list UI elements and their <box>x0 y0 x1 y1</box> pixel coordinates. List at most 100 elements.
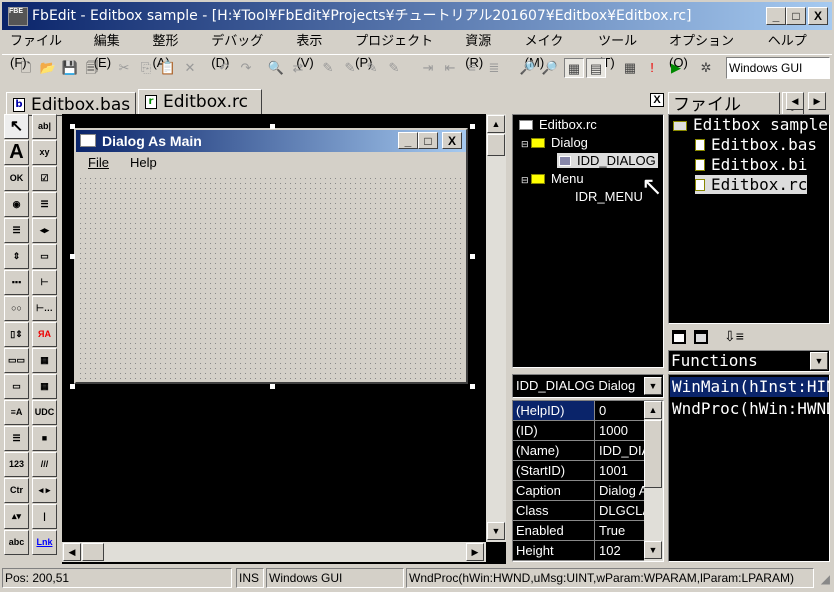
toolbox-tool[interactable]: ↖ <box>4 114 29 139</box>
preview-icon[interactable]: 🔎 <box>518 58 538 78</box>
chevron-down-icon[interactable]: ▼ <box>810 352 828 370</box>
property-value[interactable]: 1001 <box>596 461 644 480</box>
property-row[interactable]: (Name)IDD_DIALOG <box>513 441 647 461</box>
scroll-left[interactable]: ◀ <box>63 543 81 561</box>
compile-icon[interactable]: ▦ <box>620 58 640 78</box>
toolbox-tool[interactable]: | <box>32 504 57 529</box>
toolbox-tool[interactable]: ☑ <box>32 166 57 191</box>
toolbox-tool[interactable]: /// <box>32 452 57 477</box>
build-type-select[interactable]: Windows GUI <box>726 57 830 79</box>
toolbox-tool[interactable]: abc <box>4 530 29 555</box>
tree-file[interactable]: Editbox.bi <box>695 155 807 174</box>
resize-handle[interactable] <box>70 254 75 259</box>
toolbox-tool[interactable]: ☰ <box>32 192 57 217</box>
dialog-view-icon[interactable]: ▦ <box>564 58 584 78</box>
resize-handle[interactable] <box>470 254 475 259</box>
property-row[interactable]: CaptionDialog As Main <box>513 481 647 501</box>
cut-icon[interactable]: ✂ <box>114 58 134 78</box>
tree-root[interactable]: Editbox.rc <box>519 117 597 132</box>
toolbox-tool[interactable]: ▪▪▪ <box>4 270 29 295</box>
function-item-selected[interactable]: WinMain(hInst:HINSTANCE <box>670 377 829 397</box>
debug-icon[interactable]: ✲ <box>696 58 716 78</box>
tab-files[interactable]: ファイル <box>668 92 780 116</box>
tree-project-root[interactable]: Editbox sample <box>673 115 828 134</box>
property-row[interactable]: Height 102 <box>513 541 647 561</box>
window-alt-icon[interactable] <box>694 330 708 344</box>
copy-icon[interactable]: ⎘ <box>136 58 156 78</box>
resize-handle[interactable] <box>470 384 475 389</box>
window-icon[interactable] <box>672 330 686 344</box>
scroll-up[interactable]: ▲ <box>487 115 505 133</box>
resize-handle[interactable] <box>470 124 475 129</box>
toolbox-tool[interactable]: ab| <box>32 114 57 139</box>
menu-item[interactable]: 整形(A) <box>144 30 203 70</box>
tab-editbox-bas[interactable]: b Editbox.bas <box>6 92 136 116</box>
property-row[interactable]: (StartID) 1001 <box>513 461 647 481</box>
toolbox-tool[interactable]: ▭▭ <box>4 348 29 373</box>
save-all-icon[interactable]: 🗐 <box>82 58 102 78</box>
sort-icon[interactable]: ⇩≡ <box>724 328 744 345</box>
menu-item[interactable]: オプション(O) <box>661 30 760 70</box>
menu-item[interactable]: デバッグ(D) <box>203 30 288 70</box>
properties-icon[interactable]: ▤ <box>586 58 606 78</box>
indent-icon[interactable]: ⇥ <box>418 58 438 78</box>
resize-handle[interactable] <box>270 124 275 129</box>
functions-select[interactable]: Functions ▼ <box>668 350 830 372</box>
resize-grip-icon[interactable]: ◢ <box>821 572 830 586</box>
minimize-button[interactable]: _ <box>766 7 786 25</box>
toolbox-tool[interactable]: ☰ <box>4 218 29 243</box>
menu-item[interactable]: メイク(M) <box>517 30 590 70</box>
resize-handle[interactable] <box>70 384 75 389</box>
menu-item[interactable]: 表示(V) <box>288 30 347 70</box>
bookmark-next-icon[interactable]: ✎ <box>340 58 360 78</box>
menu-item[interactable]: ヘルプ(H) <box>760 30 832 70</box>
dialog-menu-help[interactable]: Help <box>130 155 157 170</box>
tab-editbox-rc[interactable]: r Editbox.rc <box>138 89 262 116</box>
outdent-icon[interactable]: ⇤ <box>440 58 460 78</box>
save-icon[interactable]: 💾 <box>60 58 80 78</box>
toolbox-tool[interactable]: ☰ <box>4 426 29 451</box>
go-icon[interactable]: ! <box>642 58 662 78</box>
toolbox-tool[interactable]: Ctr <box>4 478 29 503</box>
toolbox-tool[interactable]: ЯA <box>32 322 57 347</box>
bookmark-toggle-icon[interactable]: ✎ <box>318 58 338 78</box>
scroll-up[interactable]: ▲ <box>644 401 662 419</box>
tree-dialog-item[interactable]: IDD_DIALOG <box>557 153 658 168</box>
dialog-menu-file[interactable]: File <box>88 155 109 170</box>
dialog-grid[interactable] <box>78 176 464 380</box>
scroll-thumb[interactable] <box>644 420 662 488</box>
delete-icon[interactable]: ✕ <box>180 58 200 78</box>
comment-icon[interactable]: ≡ <box>462 58 482 78</box>
resize-handle[interactable] <box>70 124 75 129</box>
dialog-preview[interactable]: Dialog As Main _ □ X File Help <box>74 128 468 384</box>
property-scrollbar[interactable]: ▲ ▼ <box>644 401 663 561</box>
property-object-select[interactable]: IDD_DIALOG Dialog ▼ <box>512 374 664 398</box>
toolbox-tool[interactable]: ▯⇕ <box>4 322 29 347</box>
resize-handle[interactable] <box>270 384 275 389</box>
open-icon[interactable]: 📂 <box>38 58 58 78</box>
paste-icon[interactable]: 📋 <box>158 58 178 78</box>
property-row[interactable]: (ID) 1000 <box>513 421 647 441</box>
toolbox-tool[interactable]: OK <box>4 166 29 191</box>
undo-icon[interactable]: ↶ <box>214 58 234 78</box>
property-row[interactable]: Enabled True <box>513 521 647 541</box>
toolbox-tool[interactable]: Lnk <box>32 530 57 555</box>
property-value[interactable]: True <box>596 521 644 540</box>
toolbox-tool[interactable]: xy <box>32 140 57 165</box>
toolbox-tool[interactable]: A <box>4 140 29 165</box>
redo-icon[interactable]: ↷ <box>236 58 256 78</box>
bookmark-prev-icon[interactable]: ✎ <box>362 58 382 78</box>
scroll-thumb[interactable] <box>82 543 104 561</box>
property-value[interactable]: DLGCLASS <box>596 501 644 520</box>
tab-scroll-right[interactable]: ▶ <box>808 92 826 110</box>
chevron-down-icon[interactable]: ▼ <box>644 377 662 395</box>
tree-menu-folder[interactable]: ⊟ Menu <box>521 171 584 186</box>
toolbox-tool[interactable]: ▦ <box>32 348 57 373</box>
scroll-down[interactable]: ▼ <box>487 522 505 540</box>
property-value[interactable]: Dialog As Main <box>596 481 644 500</box>
vertical-scrollbar[interactable]: ▲ ▼ <box>486 114 506 542</box>
property-row[interactable]: (HelpID) 0 <box>513 401 647 421</box>
toolbox-tool[interactable]: ⊢ <box>32 270 57 295</box>
toolbox-tool[interactable]: ◂▸ <box>32 218 57 243</box>
toolbox-tool[interactable]: ⇕ <box>4 244 29 269</box>
